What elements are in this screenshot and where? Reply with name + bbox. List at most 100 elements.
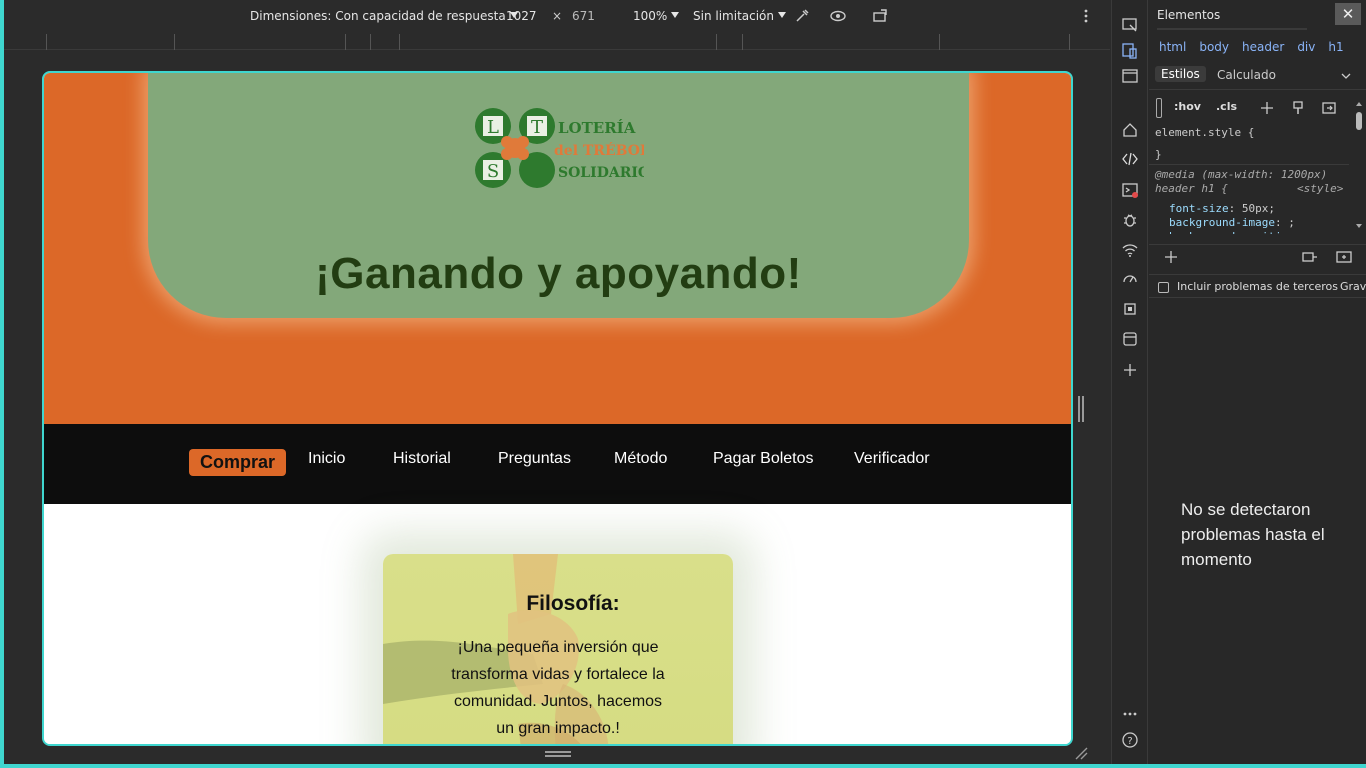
- severity-label[interactable]: Grav: [1340, 280, 1366, 293]
- breadcrumb-item[interactable]: header: [1242, 40, 1284, 54]
- close-button[interactable]: ✕: [1335, 3, 1361, 25]
- nav-link-metodo[interactable]: Método: [614, 450, 667, 468]
- property-name: font-size: [1169, 202, 1229, 215]
- eyedropper-icon[interactable]: [794, 8, 810, 24]
- cls-button[interactable]: .cls: [1216, 100, 1237, 113]
- wifi-icon[interactable]: [1121, 241, 1139, 259]
- close-icon: ✕: [1341, 5, 1355, 23]
- logo-letter-t: T: [531, 117, 543, 138]
- resize-handle-right[interactable]: [1078, 396, 1084, 422]
- css-property[interactable]: background-position-x: [1169, 230, 1308, 234]
- panel-layout-icon[interactable]: [1335, 249, 1353, 265]
- property-value: 50px;: [1241, 202, 1275, 215]
- philosophy-text: ¡Una pequeña inversión que transforma vi…: [451, 639, 665, 737]
- nav-link-preguntas[interactable]: Preguntas: [498, 450, 571, 468]
- sidebar-toggle-icon[interactable]: [1321, 100, 1337, 116]
- header-card: L T S LOTERÍA del TRÉBOL SOLIDARIO ¡Gana…: [148, 73, 969, 318]
- add-icon[interactable]: [1163, 249, 1179, 265]
- css-property[interactable]: font-size: 50px;: [1169, 202, 1275, 215]
- breadcrumb-item[interactable]: h1: [1328, 40, 1343, 54]
- tab-styles[interactable]: Estilos: [1155, 66, 1206, 82]
- bug-icon[interactable]: [1121, 211, 1139, 229]
- nav-link-verificador[interactable]: Verificador: [854, 450, 930, 468]
- element-style-rule: element.style {: [1155, 126, 1255, 139]
- browser-frame: Dimensiones: Con capacidad de respuesta …: [4, 0, 1366, 764]
- elements-icon[interactable]: [1121, 150, 1139, 168]
- filter-input[interactable]: [1156, 98, 1162, 118]
- logo-text-line: LOTERÍA: [558, 119, 636, 137]
- media-query-ruler[interactable]: [4, 34, 1110, 50]
- styles-pane: element.style { } @media (max-width: 120…: [1149, 122, 1349, 234]
- chevron-down-icon: [671, 12, 680, 18]
- memory-icon[interactable]: [1121, 300, 1139, 318]
- site-header: L T S LOTERÍA del TRÉBOL SOLIDARIO ¡Gana…: [44, 73, 1071, 424]
- devtools-activity-bar: ?: [1112, 0, 1148, 764]
- media-query: @media (max-width: 1200px): [1155, 168, 1328, 181]
- css-property[interactable]: background-image: ;: [1169, 216, 1295, 229]
- devtools-panel: ? Elementos ✕ html body header div h1 Estilo…: [1111, 0, 1366, 764]
- zoom-dropdown[interactable]: 100%: [633, 9, 680, 23]
- inspect-icon[interactable]: [1121, 16, 1139, 34]
- dimensions-label: Dimensiones: Con capacidad de respuesta: [250, 9, 506, 23]
- nav-link-historial[interactable]: Historial: [393, 450, 451, 468]
- window-icon[interactable]: [1121, 67, 1139, 85]
- new-rule-icon[interactable]: [1259, 100, 1275, 116]
- resize-handle-bottom[interactable]: [545, 751, 571, 757]
- throttling-dropdown[interactable]: Sin limitación: [693, 9, 786, 23]
- device-toolbar: Dimensiones: Con capacidad de respuesta …: [4, 0, 1110, 34]
- css-selector[interactable]: header h1 {: [1155, 182, 1228, 195]
- height-input[interactable]: 671: [572, 9, 595, 23]
- property-name: background-position-x: [1169, 230, 1308, 234]
- site-main: Filosofía: ¡Una pequeña inversión que tr…: [44, 504, 1071, 744]
- rotate-device-icon[interactable]: [872, 8, 890, 24]
- breadcrumb: html body header div h1: [1159, 40, 1357, 54]
- third-party-label: Incluir problemas de terceros: [1177, 280, 1339, 293]
- performance-icon[interactable]: [1121, 270, 1139, 288]
- panel-divider: [1157, 28, 1307, 30]
- property-value: ;: [1288, 216, 1295, 229]
- more-options-icon[interactable]: [1083, 8, 1089, 24]
- logo-letter-l: L: [487, 117, 499, 138]
- styles-toolbar: :hov .cls: [1149, 96, 1366, 120]
- third-party-checkbox[interactable]: [1158, 282, 1169, 293]
- buy-button[interactable]: Comprar: [189, 449, 286, 476]
- nav-link-pagar-boletos[interactable]: Pagar Boletos: [713, 450, 814, 468]
- no-issues-message: No se detectaron problemas hasta el mome…: [1181, 500, 1325, 569]
- paint-icon[interactable]: [1291, 100, 1305, 116]
- elements-panel: Elementos ✕ html body header div h1 Estilos …: [1149, 0, 1366, 764]
- more-tools-icon[interactable]: [1121, 705, 1139, 723]
- style-source-link[interactable]: <style>: [1297, 182, 1343, 195]
- resize-corner-icon[interactable]: [1074, 746, 1088, 760]
- property-name: background-image: [1169, 216, 1275, 229]
- help-icon[interactable]: ?: [1121, 731, 1139, 749]
- logo-text-line: SOLIDARIO: [558, 165, 644, 181]
- svg-text:?: ?: [1127, 736, 1132, 747]
- page-title: ¡Ganando y apoyando!: [315, 249, 802, 298]
- dock-icon[interactable]: [1301, 249, 1319, 265]
- console-icon[interactable]: [1121, 181, 1139, 199]
- throttling-label: Sin limitación: [693, 9, 774, 23]
- panel-title: Elementos: [1157, 8, 1221, 22]
- device-toggle-icon[interactable]: [1121, 42, 1139, 60]
- add-tool-icon[interactable]: [1121, 361, 1139, 379]
- hov-button[interactable]: :hov: [1174, 100, 1201, 113]
- nav-link-inicio[interactable]: Inicio: [308, 450, 345, 468]
- philosophy-title: Filosofía:: [526, 592, 620, 615]
- breadcrumb-item[interactable]: html: [1159, 40, 1186, 54]
- chevron-down-icon[interactable]: [1341, 72, 1351, 80]
- drawer-toolbar: [1149, 244, 1366, 268]
- home-icon[interactable]: [1121, 121, 1139, 139]
- styles-scrollbar[interactable]: [1354, 100, 1364, 230]
- times-icon: ×: [552, 9, 563, 23]
- dimensions-dropdown[interactable]: Dimensiones: Con capacidad de respuesta: [250, 9, 518, 23]
- eye-icon[interactable]: [829, 8, 847, 24]
- breadcrumb-item[interactable]: div: [1297, 40, 1315, 54]
- emulated-viewport: L T S LOTERÍA del TRÉBOL SOLIDARIO ¡Gana…: [42, 71, 1073, 746]
- logo-letter-s: S: [487, 161, 499, 182]
- application-icon[interactable]: [1121, 330, 1139, 348]
- width-input[interactable]: 1027: [506, 9, 537, 23]
- breadcrumb-item[interactable]: body: [1199, 40, 1229, 54]
- styles-tabs: Estilos Calculado: [1149, 62, 1366, 90]
- issues-filter-row: Incluir problemas de terceros Grav: [1149, 274, 1366, 298]
- tab-computed[interactable]: Calculado: [1211, 68, 1282, 82]
